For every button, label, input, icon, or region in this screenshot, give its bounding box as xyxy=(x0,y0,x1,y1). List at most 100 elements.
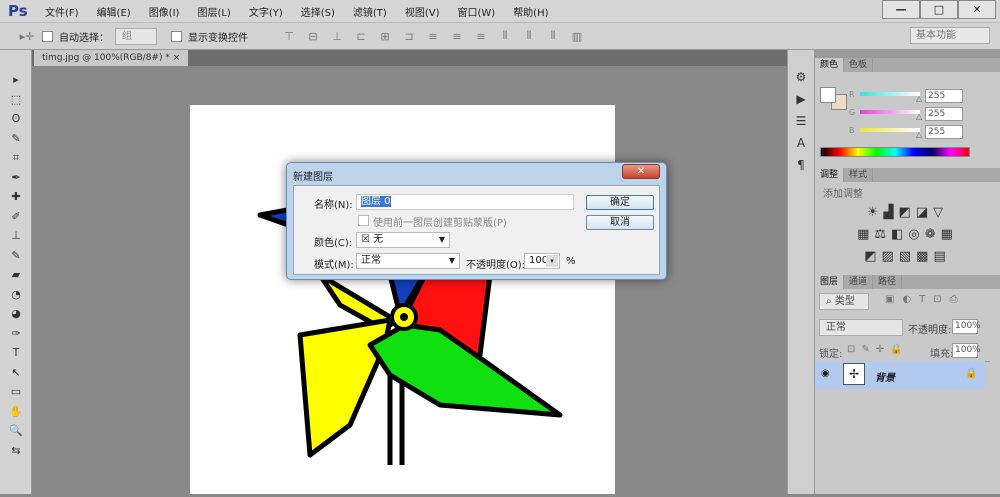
menu-image[interactable]: 图像(I) xyxy=(149,4,180,19)
adjustment-icon[interactable]: ⚖ xyxy=(874,227,891,242)
tool-button-10[interactable]: ▰ xyxy=(0,265,32,285)
move-tool-icon[interactable]: ▸✛ xyxy=(18,30,36,43)
tool-button-14[interactable]: T xyxy=(0,343,32,363)
minimize-button[interactable]: — xyxy=(882,0,920,19)
channel-slider[interactable] xyxy=(860,128,920,132)
align-top-icon[interactable]: ⊤ xyxy=(280,30,298,43)
align-vcenter-icon[interactable]: ⊟ xyxy=(304,30,322,43)
menu-filter[interactable]: 滤镜(T) xyxy=(353,4,387,19)
menu-layer[interactable]: 图层(L) xyxy=(197,4,230,19)
menu-edit[interactable]: 编辑(E) xyxy=(97,4,131,19)
adjustment-icon[interactable]: ◪ xyxy=(916,205,933,220)
adjustment-icon[interactable]: ◩ xyxy=(864,249,881,264)
adjustment-icon[interactable]: ▦ xyxy=(857,227,874,242)
align-bottom-icon[interactable]: ⊥ xyxy=(328,30,346,43)
tool-button-16[interactable]: ▭ xyxy=(0,382,32,402)
distribute-vcenter-icon[interactable]: ≡ xyxy=(448,30,466,43)
ok-button[interactable]: 确定 xyxy=(586,195,654,210)
tool-button-7[interactable]: ✐ xyxy=(0,207,32,227)
tool-button-5[interactable]: ✒ xyxy=(0,168,32,188)
show-transform-checkbox[interactable] xyxy=(171,30,182,42)
opacity-slider-button[interactable]: ▾ xyxy=(546,255,558,267)
align-hcenter-icon[interactable]: ⊞ xyxy=(376,30,394,43)
lock-icons[interactable]: ⊡✎✛🔒 xyxy=(847,344,909,355)
distribute-hcenter-icon[interactable]: ⫴ xyxy=(520,29,538,43)
distribute-right-icon[interactable]: ⫴ xyxy=(544,29,562,43)
adjustment-icon[interactable]: ❁ xyxy=(925,227,941,242)
visibility-eye-icon[interactable]: ◉ xyxy=(821,368,830,379)
dock-button-1[interactable]: ▶ xyxy=(788,88,814,110)
channel-value-input[interactable]: 255 xyxy=(925,125,963,139)
dock-button-3[interactable]: A xyxy=(788,132,814,154)
tool-button-12[interactable]: ◕ xyxy=(0,304,32,324)
tool-button-8[interactable]: ⊥ xyxy=(0,226,32,246)
channel-value-input[interactable]: 255 xyxy=(925,89,963,103)
distribute-top-icon[interactable]: ≡ xyxy=(424,30,442,43)
menu-view[interactable]: 视图(V) xyxy=(405,4,440,19)
layer-name-input[interactable]: 图层 0 xyxy=(356,194,574,210)
layer-row[interactable]: ◉ ✢ 背景 🔒 xyxy=(815,361,985,389)
tab-layers[interactable]: 图层 xyxy=(815,275,845,289)
tool-button-2[interactable]: ʘ xyxy=(0,109,32,129)
tab-swatches[interactable]: 色板 xyxy=(844,58,874,72)
tool-button-18[interactable]: 🔍 xyxy=(0,421,32,441)
auto-select-checkbox[interactable] xyxy=(42,30,53,42)
channel-slider[interactable] xyxy=(860,110,920,114)
layer-filter-icons[interactable]: ▣◐T⊡⎙ xyxy=(885,294,966,305)
document-tab[interactable]: timg.jpg @ 100%(RGB/8#) * × xyxy=(34,50,189,66)
align-left-icon[interactable]: ⊏ xyxy=(352,30,370,43)
adjustment-icon[interactable]: ▟ xyxy=(884,205,899,220)
tab-channels[interactable]: 通道 xyxy=(844,275,874,289)
blend-mode-dropdown[interactable]: 正常 xyxy=(819,319,903,336)
adjustment-icon[interactable]: ▧ xyxy=(899,249,916,264)
adjustment-icon[interactable]: ▨ xyxy=(882,249,899,264)
color-spectrum[interactable] xyxy=(820,147,970,157)
tool-button-13[interactable]: ✑ xyxy=(0,324,32,344)
adjustment-icon[interactable]: ☀ xyxy=(867,205,884,220)
distribute-bottom-icon[interactable]: ≡ xyxy=(472,30,490,43)
foreground-color-swatch[interactable] xyxy=(820,87,836,103)
tool-button-9[interactable]: ✎ xyxy=(0,246,32,266)
slider-handle-icon[interactable]: △ xyxy=(916,112,922,121)
opacity-input[interactable]: 100% xyxy=(952,319,981,334)
tool-button-1[interactable]: ⬚ xyxy=(0,90,32,110)
dialog-close-button[interactable]: ✕ xyxy=(622,164,660,179)
cancel-button[interactable]: 取消 xyxy=(586,215,654,230)
menu-window[interactable]: 窗口(W) xyxy=(457,4,495,19)
tab-paths[interactable]: 路径 xyxy=(873,275,903,289)
slider-handle-icon[interactable]: △ xyxy=(916,130,922,139)
adjustment-icon[interactable]: ▤ xyxy=(933,249,950,264)
layer-filter-dropdown[interactable]: ⌕ 类型 xyxy=(819,293,869,310)
mode-dropdown[interactable]: 正常 ▼ xyxy=(356,253,460,269)
tab-styles[interactable]: 样式 xyxy=(844,168,874,182)
maximize-button[interactable]: □ xyxy=(920,0,958,19)
fill-input[interactable]: 100% xyxy=(952,343,981,358)
clip-mask-checkbox[interactable] xyxy=(358,215,369,226)
dock-button-0[interactable]: ⚙ xyxy=(788,66,814,88)
distribute-left-icon[interactable]: ⫴ xyxy=(496,29,514,43)
tab-adjustments[interactable]: 调整 xyxy=(815,168,845,182)
adjustment-icon[interactable]: ▽ xyxy=(933,205,948,220)
menu-file[interactable]: 文件(F) xyxy=(45,4,79,19)
layer-name[interactable]: 背景 xyxy=(875,369,895,384)
color-dropdown[interactable]: ☒ 无 ▼ xyxy=(356,232,450,248)
tool-button-17[interactable]: ✋ xyxy=(0,402,32,422)
tab-color[interactable]: 颜色 xyxy=(815,58,845,72)
adjustment-icon[interactable]: ◧ xyxy=(891,227,908,242)
tool-button-11[interactable]: ◔ xyxy=(0,285,32,305)
adjustment-icon[interactable]: ▩ xyxy=(916,249,933,264)
dock-button-2[interactable]: ☰ xyxy=(788,110,814,132)
adjustment-icon[interactable]: ◩ xyxy=(899,205,916,220)
dock-button-4[interactable]: ¶ xyxy=(788,154,814,176)
tool-button-4[interactable]: ⌗ xyxy=(0,148,32,168)
close-button[interactable]: ✕ xyxy=(958,0,996,19)
tool-button-0[interactable]: ▸ xyxy=(0,70,32,90)
channel-slider[interactable] xyxy=(860,92,920,96)
auto-select-dropdown[interactable]: 组 xyxy=(115,27,157,45)
adjustment-icon[interactable]: ◎ xyxy=(908,227,924,242)
channel-value-input[interactable]: 255 xyxy=(925,107,963,121)
menu-type[interactable]: 文字(Y) xyxy=(249,4,283,19)
tool-button-3[interactable]: ✎ xyxy=(0,129,32,149)
menu-select[interactable]: 选择(S) xyxy=(301,4,335,19)
auto-align-icon[interactable]: ▥ xyxy=(568,30,586,43)
